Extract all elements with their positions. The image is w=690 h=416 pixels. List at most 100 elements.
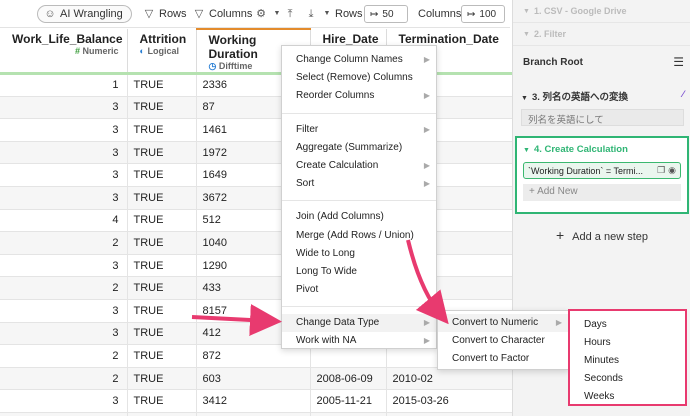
table-cell[interactable]: 3 [0,254,128,278]
menu-item-minutes[interactable]: Minutes [570,352,685,370]
table-cell[interactable]: 2015-03-26 [386,389,512,413]
calculation-expression: `Working Duration` = Termi... [528,165,643,176]
table-cell[interactable]: 1130 [196,412,311,416]
table-cell[interactable]: TRUE [127,299,197,323]
column-name: Hire_Date [322,32,379,46]
branch-root-label: Branch Root [523,57,583,68]
columns-filter-button[interactable]: ▽ Columns [193,5,253,23]
rows-count-input[interactable]: ↦ 50 [364,5,408,23]
menu-item-merge[interactable]: Merge (Add Rows / Union) [282,227,436,245]
table-cell[interactable]: 603 [196,367,311,391]
menu-item-pivot[interactable]: Pivot [282,281,436,299]
table-cell[interactable]: TRUE [127,231,197,255]
menu-item-convert-to-factor[interactable]: Convert to Factor [438,350,568,368]
table-cell[interactable]: TRUE [127,141,197,165]
column-header-work-life-balance[interactable]: Work_Life_Balance # Numeric [0,29,128,75]
chevron-right-icon: ▶ [423,179,430,189]
menu-item-filter[interactable]: Filter ▶ [282,121,436,139]
menu-item-sort[interactable]: Sort ▶ [282,175,436,193]
table-row: 3TRUE11302014-04-032017-05-07 [0,412,512,416]
table-cell[interactable]: 3 [0,163,128,187]
menu-item-seconds[interactable]: Seconds [570,370,685,388]
settings-dropdown[interactable]: ⚙ ▼ [255,5,283,23]
menu-item-label: Convert to Character [452,335,545,347]
table-cell[interactable]: 3 [0,299,128,323]
table-cell[interactable]: 1 [0,73,128,97]
menu-item-long-to-wide[interactable]: Long To Wide [282,263,436,281]
eye-icon[interactable]: ◉ [668,165,676,176]
rows-filter-button[interactable]: ▽ Rows [143,5,187,23]
table-cell[interactable]: 3 [0,322,128,346]
menu-item-label: Sort [296,178,315,190]
table-cell[interactable]: 2005-11-21 [310,389,387,413]
step-rename-columns[interactable]: ▼ 3. 列名の英語への変換 ⁄ 列名を英語にして [521,89,684,126]
table-cell[interactable]: 2014-04-03 [310,412,387,416]
menu-item-convert-to-character[interactable]: Convert to Character [438,332,568,350]
table-cell[interactable]: TRUE [127,96,197,120]
menu-item-convert-to-numeric[interactable]: Convert to Numeric ▶ [438,314,568,333]
calculation-item[interactable]: `Working Duration` = Termi... ❐ ◉ [523,162,681,179]
upload-button[interactable]: ⤒ [284,5,296,23]
magic-wand-icon[interactable]: ⁄ [682,89,684,103]
table-cell[interactable]: 4 [0,209,128,233]
columns-count-input[interactable]: ↦ 100 [461,5,505,23]
table-cell[interactable]: 2010-02 [386,367,512,391]
table-cell[interactable]: TRUE [127,322,197,346]
table-cell[interactable]: TRUE [127,186,197,210]
table-cell[interactable]: 2 [0,231,128,255]
menu-item-days[interactable]: Days [570,316,685,334]
columns-count-label: Columns [418,8,462,20]
menu-item-change-data-type[interactable]: Change Data Type ▶ [282,314,436,333]
table-cell[interactable]: 3 [0,118,128,142]
table-cell[interactable]: TRUE [127,344,197,368]
ai-wrangling-button[interactable]: ☺ AI Wrangling [37,5,132,23]
column-header-attrition[interactable]: Attrition ◐ Logical [127,29,197,75]
add-new-button[interactable]: + Add New [523,184,681,201]
table-cell[interactable]: 2 [0,367,128,391]
table-cell[interactable]: 2008-06-09 [310,367,387,391]
menu-item-join[interactable]: Join (Add Columns) [282,208,436,226]
menu-item-select-columns[interactable]: Select (Remove) Columns [282,69,436,87]
table-cell[interactable]: TRUE [127,254,197,278]
step-csv-google-drive[interactable]: ▼ 1. CSV - Google Drive [513,0,690,23]
copy-icon[interactable]: ❐ [657,165,665,176]
caret-down-icon: ▼ [323,10,331,17]
step-label: 1. CSV - Google Drive [533,6,627,16]
table-cell[interactable]: 2 [0,276,128,300]
table-cell[interactable]: 3412 [196,389,311,413]
table-cell[interactable]: 3 [0,141,128,165]
table-cell[interactable]: TRUE [127,118,197,142]
table-cell[interactable]: TRUE [127,209,197,233]
toolbar: ☺ AI Wrangling ▽ Rows ▽ Columns ⚙ ▼ ⤒ ⤓ … [0,0,510,28]
table-cell[interactable]: 2017-05-07 [386,412,512,416]
arrow-right-bar-icon: ↦ [370,8,379,20]
menu-item-create-calculation[interactable]: Create Calculation ▶ [282,157,436,175]
table-cell[interactable]: TRUE [127,276,197,300]
menu-item-label: Filter [296,123,319,135]
step-label: 4. Create Calculation [533,144,628,155]
table-cell[interactable]: 3 [0,412,128,416]
menu-item-reorder-columns[interactable]: Reorder Columns ▶ [282,87,436,105]
table-cell[interactable]: 3 [0,96,128,120]
table-cell[interactable]: 3 [0,186,128,210]
menu-item-hours[interactable]: Hours [570,334,685,352]
menu-item-label: Join (Add Columns) [296,211,384,223]
table-cell[interactable]: 2 [0,344,128,368]
menu-item-weeks[interactable]: Weeks [570,388,685,406]
table-cell[interactable]: TRUE [127,389,197,413]
column-type: Difftime [218,61,253,71]
step-create-calculation[interactable]: ▼ 4. Create Calculation `Working Duration… [515,136,689,214]
table-cell[interactable]: TRUE [127,163,197,187]
step-filter[interactable]: ▼ 2. Filter [513,23,690,46]
table-cell[interactable]: 3 [0,389,128,413]
table-cell[interactable]: TRUE [127,412,197,416]
menu-item-work-with-na[interactable]: Work with NA ▶ [282,332,436,350]
menu-item-aggregate[interactable]: Aggregate (Summarize) [282,139,436,157]
table-cell[interactable]: TRUE [127,73,197,97]
hamburger-menu-icon[interactable]: ☰ [673,55,684,69]
add-new-step-button[interactable]: + Add a new step [513,227,690,243]
menu-item-change-column-names[interactable]: Change Column Names ▶ [282,51,436,69]
table-cell[interactable]: TRUE [127,367,197,391]
menu-item-wide-to-long[interactable]: Wide to Long [282,245,436,263]
download-dropdown[interactable]: ⤓ ▼ [305,5,333,23]
